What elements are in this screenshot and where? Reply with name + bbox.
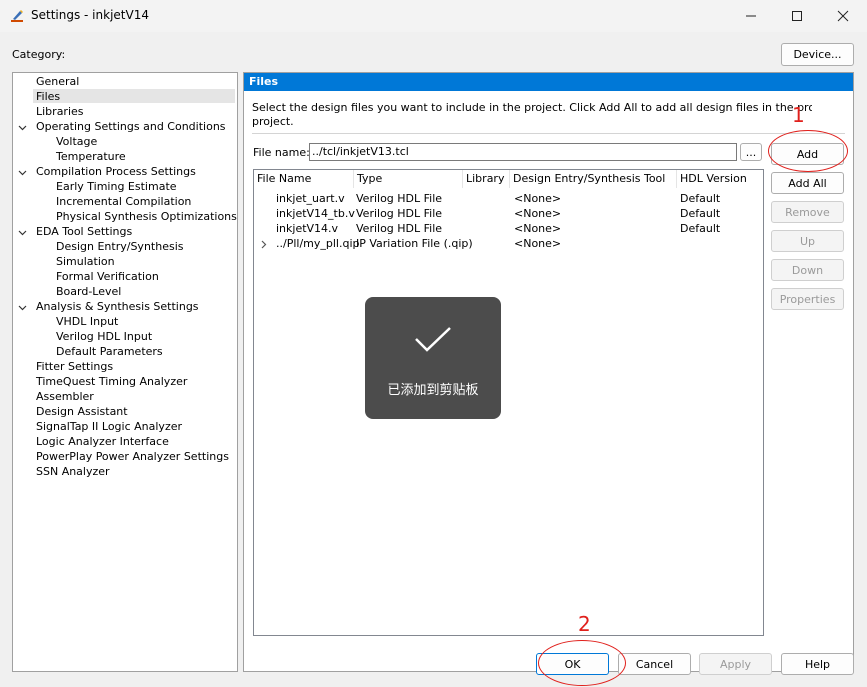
cancel-button[interactable]: Cancel <box>618 653 691 675</box>
window-title: Settings - inkjetV14 <box>31 8 149 22</box>
checkmark-icon <box>415 327 451 352</box>
column-header-library[interactable]: Library <box>463 170 510 188</box>
file-name-value: ../tcl/inkjetV13.tcl <box>312 145 409 158</box>
file-name-label: File name: <box>253 146 310 159</box>
tree-item-general[interactable]: General <box>36 74 79 89</box>
tree-item-incremental-compilation[interactable]: Incremental Compilation <box>56 194 191 209</box>
category-label: Category: <box>12 48 66 61</box>
tree-item-board-level[interactable]: Board-Level <box>56 284 121 299</box>
apply-button[interactable]: Apply <box>699 653 772 675</box>
cell-file-name: ../Pll/my_pll.qip <box>276 237 360 250</box>
table-row[interactable]: inkjetV14.v Verilog HDL File <None> Default <box>254 221 763 236</box>
panel-description-line1: Select the design files you want to incl… <box>252 101 812 114</box>
cell-type: Verilog HDL File <box>356 207 443 220</box>
maximize-icon <box>792 11 802 21</box>
chevron-down-icon[interactable] <box>18 122 27 131</box>
cell-hdl-version: Default <box>680 222 721 235</box>
panel-description-line2: project. <box>252 115 294 128</box>
annotation-marker-2: 2 <box>578 612 591 636</box>
tree-item-early-timing-estimate[interactable]: Early Timing Estimate <box>56 179 177 194</box>
app-icon <box>9 8 25 24</box>
cell-type: Verilog HDL File <box>356 222 443 235</box>
column-header-design-entry-tool[interactable]: Design Entry/Synthesis Tool <box>510 170 677 188</box>
cell-design-entry-tool: <None> <box>514 207 562 220</box>
close-window-button[interactable] <box>820 0 866 32</box>
tree-item-formal-verification[interactable]: Formal Verification <box>56 269 159 284</box>
add-all-button[interactable]: Add All <box>771 172 844 194</box>
cell-file-name: inkjetV14_tb.v <box>276 207 355 220</box>
cell-file-name: inkjetV14.v <box>276 222 339 235</box>
remove-button[interactable]: Remove <box>771 201 844 223</box>
chevron-down-icon[interactable] <box>18 302 27 311</box>
tree-item-default-parameters[interactable]: Default Parameters <box>56 344 163 359</box>
table-row[interactable]: inkjet_uart.v Verilog HDL File <None> Defau… <box>254 191 763 206</box>
tree-item-temperature[interactable]: Temperature <box>56 149 126 164</box>
file-name-input[interactable]: ../tcl/inkjetV13.tcl <box>309 143 737 161</box>
cell-hdl-version: Default <box>680 207 721 220</box>
annotation-ellipse-ok <box>538 640 626 686</box>
cell-type: Verilog HDL File <box>356 192 443 205</box>
properties-button[interactable]: Properties <box>771 288 844 310</box>
panel-title: Files <box>244 73 853 91</box>
annotation-ellipse-add <box>768 130 848 172</box>
annotation-marker-1: 1 <box>792 103 805 127</box>
tree-item-libraries[interactable]: Libraries <box>36 104 84 119</box>
file-list[interactable]: File Name Type Library Design Entry/Synt… <box>253 169 764 636</box>
toast-message: 已添加到剪贴板 <box>387 383 479 398</box>
chevron-down-icon[interactable] <box>18 167 27 176</box>
tree-selection-highlight <box>33 89 235 103</box>
tree-item-timequest-timing-analyzer[interactable]: TimeQuest Timing Analyzer <box>36 374 187 389</box>
column-header-hdl-version[interactable]: HDL Version <box>677 170 763 188</box>
tree-item-design-assistant[interactable]: Design Assistant <box>36 404 128 419</box>
maximize-button[interactable] <box>774 0 820 32</box>
clipboard-toast: 已添加到剪贴板 <box>365 297 501 419</box>
tree-item-voltage[interactable]: Voltage <box>56 134 97 149</box>
cell-type: IP Variation File (.qip) <box>356 237 473 250</box>
column-header-file-name[interactable]: File Name <box>254 170 354 188</box>
device-button[interactable]: Device... <box>781 43 854 66</box>
tree-item-design-entry-synthesis[interactable]: Design Entry/Synthesis <box>56 239 183 254</box>
tree-item-logic-analyzer-interface[interactable]: Logic Analyzer Interface <box>36 434 169 449</box>
minimize-button[interactable] <box>728 0 774 32</box>
browse-button[interactable]: ... <box>740 143 762 161</box>
tree-item-vhdl-input[interactable]: VHDL Input <box>56 314 118 329</box>
tree-item-ssn-analyzer[interactable]: SSN Analyzer <box>36 464 110 479</box>
divider <box>252 133 845 134</box>
close-icon <box>837 10 849 22</box>
cell-design-entry-tool: <None> <box>514 222 562 235</box>
column-header-type[interactable]: Type <box>354 170 463 188</box>
cell-file-name: inkjet_uart.v <box>276 192 345 205</box>
tree-item-operating-settings-and-conditions[interactable]: Operating Settings and Conditions <box>36 119 226 134</box>
tree-item-fitter-settings[interactable]: Fitter Settings <box>36 359 113 374</box>
tree-item-verilog-hdl-input[interactable]: Verilog HDL Input <box>56 329 152 344</box>
minimize-icon <box>746 15 756 17</box>
cell-design-entry-tool: <None> <box>514 237 562 250</box>
tree-item-files[interactable]: Files <box>36 89 60 104</box>
tree-item-eda-tool-settings[interactable]: EDA Tool Settings <box>36 224 132 239</box>
table-row[interactable]: ../Pll/my_pll.qip IP Variation File (.qip… <box>254 236 763 251</box>
cell-design-entry-tool: <None> <box>514 192 562 205</box>
cell-hdl-version: Default <box>680 192 721 205</box>
up-button[interactable]: Up <box>771 230 844 252</box>
tree-item-simulation[interactable]: Simulation <box>56 254 115 269</box>
tree-item-assembler[interactable]: Assembler <box>36 389 94 404</box>
chevron-down-icon[interactable] <box>18 227 27 236</box>
tree-item-compilation-process-settings[interactable]: Compilation Process Settings <box>36 164 196 179</box>
tree-item-signaltap-ii-logic-analyzer[interactable]: SignalTap II Logic Analyzer <box>36 419 182 434</box>
tree-item-analysis-synthesis-settings[interactable]: Analysis & Synthesis Settings <box>36 299 199 314</box>
down-button[interactable]: Down <box>771 259 844 281</box>
tree-item-powerplay-power-analyzer-settings[interactable]: PowerPlay Power Analyzer Settings <box>36 449 229 464</box>
chevron-right-icon[interactable] <box>260 239 268 249</box>
tree-item-physical-synthesis-optimizations[interactable]: Physical Synthesis Optimizations <box>56 209 237 224</box>
help-button[interactable]: Help <box>781 653 854 675</box>
table-row[interactable]: inkjetV14_tb.v Verilog HDL File <None> Defa… <box>254 206 763 221</box>
